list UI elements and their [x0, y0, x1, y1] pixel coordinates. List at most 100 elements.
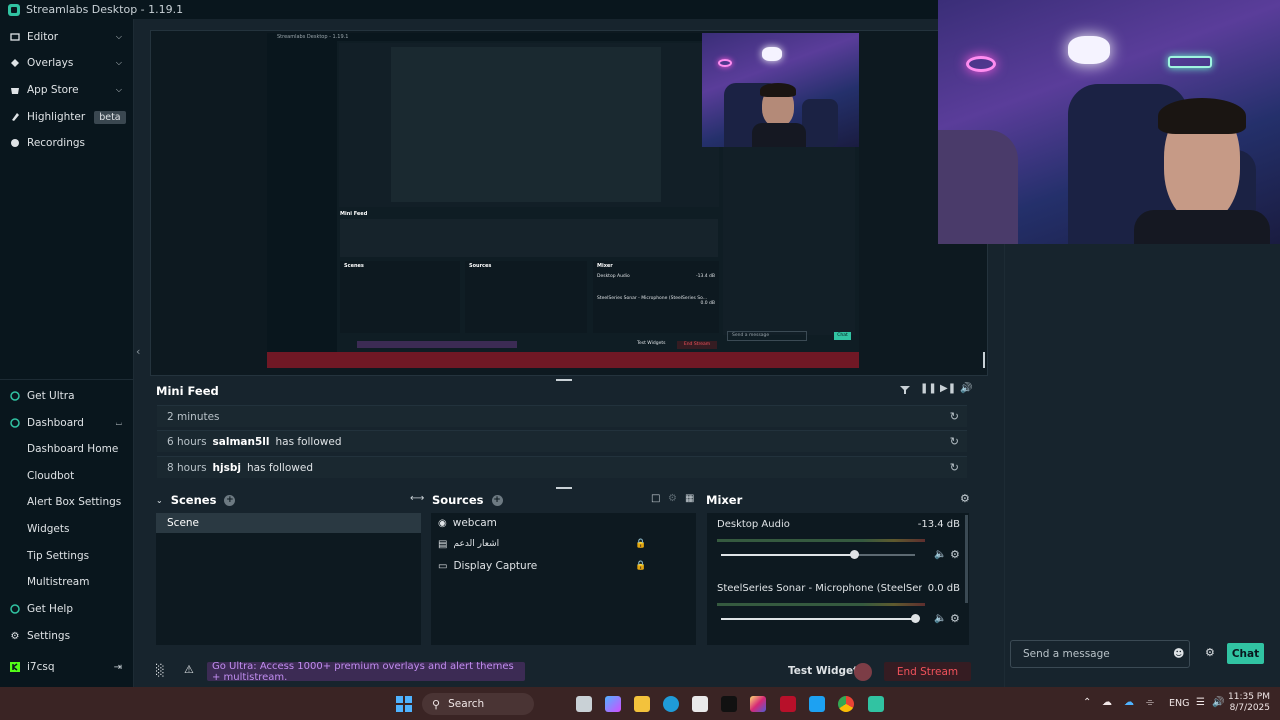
tiktok-icon[interactable] — [721, 696, 737, 712]
clock-date: 8/7/2025 — [1229, 703, 1270, 713]
scenes-list: Scene — [156, 513, 421, 645]
gear-icon[interactable]: ⚙ — [950, 612, 960, 625]
sidebar-subitem-tip-settings[interactable]: Tip Settings — [27, 545, 89, 567]
volume-slider-knob[interactable] — [910, 614, 920, 623]
source-item-webcam[interactable]: ◉ webcam — [438, 514, 497, 532]
gear-icon[interactable]: ⚙ — [1205, 646, 1215, 659]
emoji-icon[interactable]: ☻ — [1173, 647, 1184, 660]
sidebar-subitem-alert-box-settings[interactable]: Alert Box Settings — [27, 491, 121, 513]
sidebar-item-dashboard[interactable]: Dashboard ⌴ — [0, 410, 134, 436]
chevron-up-icon[interactable]: ⌃ — [1083, 697, 1091, 708]
chevron-down-icon: ⌵ — [115, 58, 122, 67]
scrollbar[interactable] — [965, 515, 968, 603]
nested-chat — [723, 147, 855, 335]
chevron-down-icon[interactable]: ⌄ — [156, 496, 163, 505]
sources-header: Sources + — [432, 491, 503, 509]
nested-minifeed-title: Mini Feed — [340, 211, 368, 217]
windows-start-icon[interactable] — [396, 696, 412, 712]
twitter-icon[interactable] — [809, 696, 825, 712]
edge-icon[interactable] — [663, 696, 679, 712]
gear-icon[interactable]: ⚙ — [960, 492, 970, 505]
wifi-icon[interactable]: ☰ — [1196, 697, 1205, 708]
background-sofa — [938, 130, 1018, 244]
scenes-header: ⌄ Scenes + — [156, 491, 236, 509]
performance-icon[interactable]: ░ — [156, 664, 164, 677]
refresh-icon[interactable]: ↻ — [950, 435, 959, 448]
end-stream-button[interactable]: End Stream — [884, 662, 971, 681]
sidebar-item-recordings[interactable]: Recordings — [0, 130, 134, 156]
scene-item[interactable]: Scene — [156, 513, 421, 533]
feed-name: hjsbj — [212, 461, 241, 474]
volume-slider-fill — [721, 618, 915, 620]
collapse-left-icon[interactable]: ‹ — [136, 345, 140, 358]
volume-meter — [717, 539, 925, 542]
source-item-display-capture[interactable]: ▭ Display Capture — [438, 557, 537, 575]
sidebar-item-highlighter[interactable]: Highlighter beta — [0, 104, 134, 130]
sidebar-subitem-dashboard-home[interactable]: Dashboard Home — [27, 438, 118, 460]
volume-icon[interactable]: 🔊 — [1212, 697, 1224, 708]
speaker-icon[interactable]: 🔈 — [934, 613, 946, 624]
skip-icon[interactable]: ▶❚ — [940, 383, 956, 394]
user-name: i7csq — [27, 661, 55, 673]
mixer-channel-name: Desktop Audio — [717, 519, 790, 530]
sidebar-item-user[interactable]: i7csq ⇥ — [0, 654, 134, 680]
logout-icon[interactable]: ⇥ — [114, 662, 122, 673]
refresh-icon[interactable]: ↻ — [950, 461, 959, 474]
source-item-alert-box[interactable]: ▤ اشعار الدعم — [438, 535, 499, 553]
rec-icon[interactable] — [854, 663, 872, 681]
store-icon[interactable] — [692, 696, 708, 712]
filter-icon[interactable] — [900, 385, 910, 398]
gear-icon[interactable]: ⚙ — [950, 548, 960, 561]
sources-title: Sources — [432, 493, 484, 507]
copilot-icon[interactable] — [605, 696, 621, 712]
onedrive-icon[interactable]: ☁ — [1124, 697, 1134, 708]
resize-handle[interactable] — [556, 487, 572, 489]
file-explorer-icon[interactable] — [634, 696, 650, 712]
sidebar-item-settings[interactable]: ⚙ Settings — [0, 623, 134, 649]
sidebar-subitem-multistream[interactable]: Multistream — [27, 571, 89, 593]
speaker-icon[interactable]: 🔈 — [934, 549, 946, 560]
chevron-down-icon: ⌵ — [115, 85, 122, 94]
resize-handle-vertical[interactable] — [983, 352, 985, 368]
instagram-icon[interactable] — [750, 696, 766, 712]
chrome-icon[interactable] — [838, 696, 854, 712]
task-view-icon[interactable] — [576, 696, 592, 712]
source-group-icon[interactable]: □ — [651, 493, 660, 504]
alert-icon[interactable]: ⚠ — [184, 663, 194, 676]
streamlabs-taskbar-icon[interactable] — [868, 696, 884, 712]
add-source-icon[interactable]: + — [491, 494, 503, 506]
sidebar-item-app-store[interactable]: App Store ⌵ — [0, 77, 134, 103]
red-app-icon[interactable] — [780, 696, 796, 712]
chat-send-button[interactable]: Chat — [1227, 643, 1264, 664]
sidebar-subitem-cloudbot[interactable]: Cloudbot — [27, 465, 74, 487]
refresh-icon[interactable]: ↻ — [950, 410, 959, 423]
sidebar-item-get-ultra[interactable]: Get Ultra — [0, 383, 134, 409]
volume-icon[interactable]: 🔊 — [960, 383, 972, 394]
taskbar-search[interactable]: ⚲ Search — [422, 693, 534, 715]
language-indicator[interactable]: ENG — [1169, 698, 1189, 709]
sidebar-item-overlays[interactable]: Overlays ⌵ — [0, 50, 134, 76]
lock-icon[interactable]: 🔒 — [635, 561, 646, 571]
webcam-icon: ◉ — [438, 517, 447, 529]
add-scene-icon[interactable]: + — [224, 494, 236, 506]
sidebar-item-editor[interactable]: Editor ⌵ — [0, 24, 134, 50]
chat-input[interactable]: Send a message ☻ — [1010, 640, 1190, 668]
chat-placeholder: Send a message — [1023, 648, 1110, 660]
chevron-down-icon: ⌵ — [115, 32, 122, 41]
cloud-icon[interactable]: ☁ — [1102, 697, 1112, 708]
cloud-neon-icon — [1068, 36, 1110, 64]
sidebar-item-get-help[interactable]: Get Help — [0, 596, 134, 622]
pause-icon[interactable]: ❚❚ — [920, 383, 937, 394]
taskbar-clock[interactable]: 11:35 PM 8/7/2025 — [1226, 692, 1270, 714]
nested-mixer-title: Mixer — [597, 263, 613, 269]
ultra-banner[interactable]: Go Ultra: Access 1000+ premium overlays … — [207, 661, 525, 683]
scene-transitions-icon[interactable]: ⟷ — [410, 493, 424, 504]
source-properties-icon[interactable]: ⚙ — [668, 493, 677, 504]
gear-icon: ⚙ — [10, 630, 20, 642]
test-widgets-button[interactable]: Test Widgets — [788, 665, 864, 677]
sidebar-subitem-widgets[interactable]: Widgets — [27, 518, 69, 540]
folder-icon[interactable]: ▦ — [685, 493, 694, 504]
microphone-icon[interactable]: ⌯ — [1146, 697, 1154, 708]
sidebar-item-label: Recordings — [27, 137, 85, 149]
lock-icon[interactable]: 🔒 — [635, 539, 646, 549]
